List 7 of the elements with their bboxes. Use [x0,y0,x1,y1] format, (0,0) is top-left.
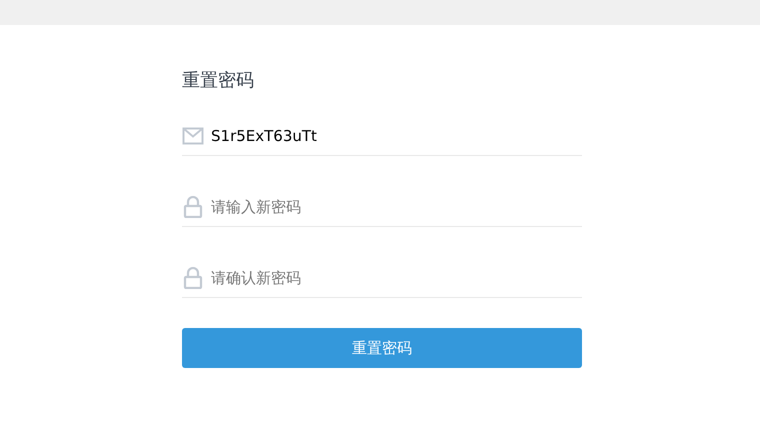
mail-icon [182,126,204,146]
lock-icon [182,196,204,218]
password-field[interactable]: 请输入新密码 [211,198,582,216]
password-field[interactable]: 请确认新密码 [211,269,582,287]
email-field[interactable]: S1r5ExT63uTt [211,127,582,145]
lock-icon [182,267,204,289]
form-title: 重置密码 [182,69,255,93]
